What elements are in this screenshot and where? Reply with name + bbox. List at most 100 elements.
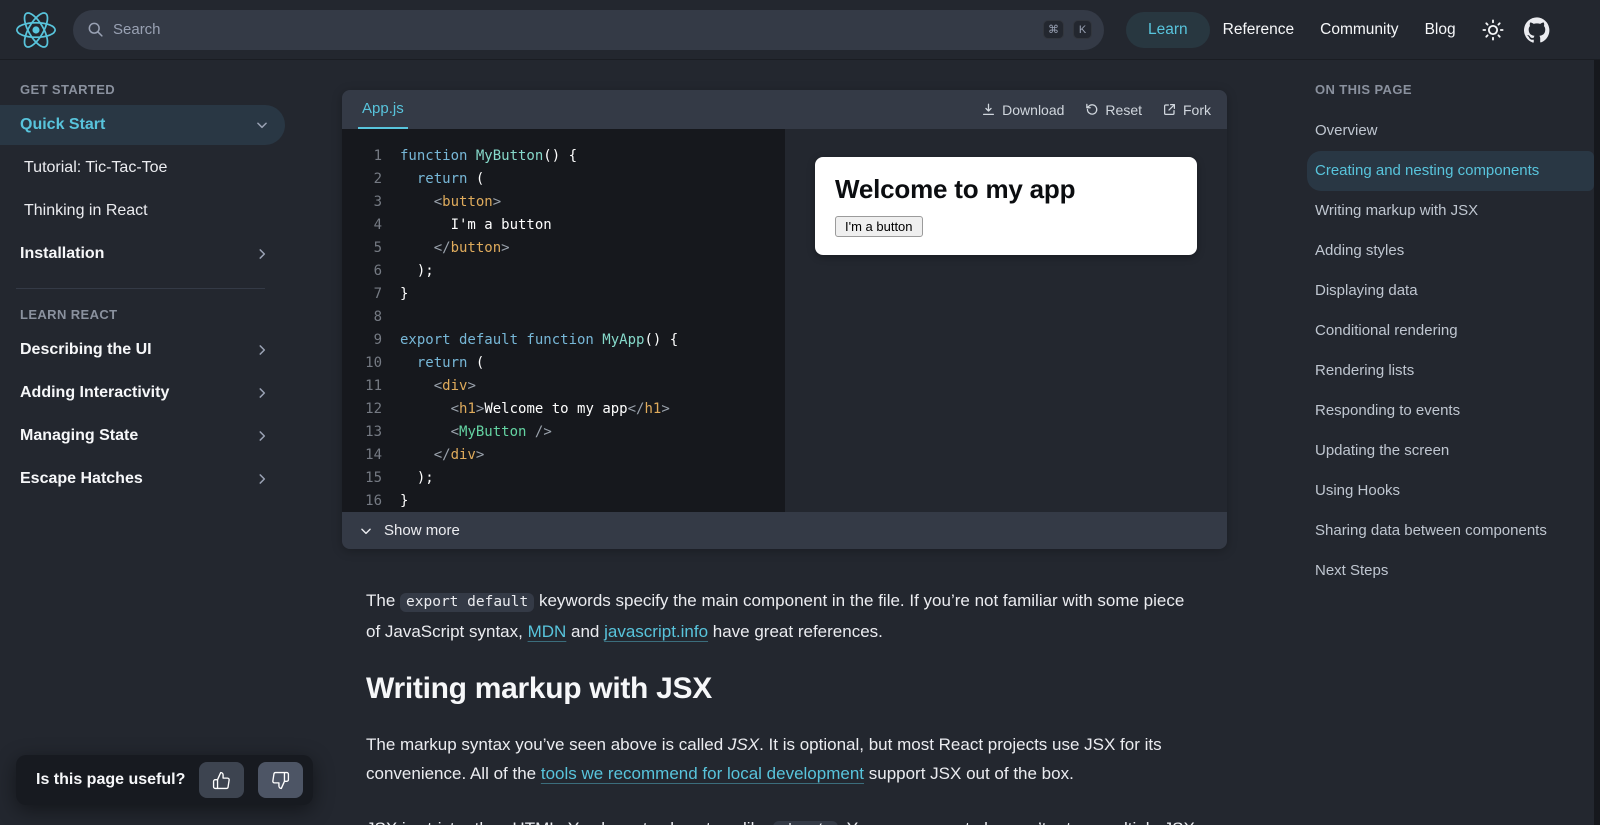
code-line: 13 <MyButton /> xyxy=(356,421,785,444)
search-bar[interactable]: ⌘ K xyxy=(73,10,1104,50)
theme-toggle-button[interactable] xyxy=(1482,19,1504,41)
sidebar-item-tutorial-tic-tac-toe[interactable]: Tutorial: Tic-Tac-Toe xyxy=(0,148,285,188)
reset-button[interactable]: Reset xyxy=(1084,102,1142,118)
toc-item-conditional-rendering[interactable]: Conditional rendering xyxy=(1307,311,1594,351)
feedback-question: Is this page useful? xyxy=(36,771,185,789)
code-text: <MyButton /> xyxy=(400,421,552,444)
text-segment: support JSX out of the box. xyxy=(864,764,1074,783)
sandbox-header: App.js Download Reset Fork xyxy=(342,90,1227,129)
code-text: function MyButton() { xyxy=(400,145,577,168)
line-number: 7 xyxy=(356,283,382,306)
toc-item-overview[interactable]: Overview xyxy=(1307,111,1594,151)
preview-heading: Welcome to my app xyxy=(835,174,1177,205)
toc-item-displaying-data[interactable]: Displaying data xyxy=(1307,271,1594,311)
code-text: } xyxy=(400,283,408,306)
code-text: I'm a button xyxy=(400,214,552,237)
on-this-page: ON THIS PAGE OverviewCreating and nestin… xyxy=(1286,60,1600,825)
sidebar-item-label: Thinking in React xyxy=(24,201,148,221)
sidebar-item-escape-hatches[interactable]: Escape Hatches xyxy=(0,459,285,499)
github-link[interactable] xyxy=(1524,17,1550,43)
code-line: 10 return ( xyxy=(356,352,785,375)
preview-button[interactable]: I'm a button xyxy=(835,216,923,237)
toc-item-writing-markup-with-jsx[interactable]: Writing markup with JSX xyxy=(1307,191,1594,231)
line-number: 4 xyxy=(356,214,382,237)
code-text: <h1>Welcome to my app</h1> xyxy=(400,398,670,421)
show-more-button[interactable]: Show more xyxy=(342,512,1227,549)
code-text: } xyxy=(400,490,408,512)
toc-item-next-steps[interactable]: Next Steps xyxy=(1307,551,1594,591)
code-line: 12 <h1>Welcome to my app</h1> xyxy=(356,398,785,421)
code-text: return ( xyxy=(400,168,484,191)
toc-item-rendering-lists[interactable]: Rendering lists xyxy=(1307,351,1594,391)
text-segment: have great references. xyxy=(708,622,883,641)
toc-item-responding-to-events[interactable]: Responding to events xyxy=(1307,391,1594,431)
line-number: 14 xyxy=(356,444,382,467)
content-link[interactable]: tools we recommend for local development xyxy=(541,764,864,783)
thumbs-up-button[interactable] xyxy=(199,762,244,798)
chevron-right-icon xyxy=(255,472,269,486)
sidebar-item-label: Quick Start xyxy=(20,115,105,135)
chevron-right-icon xyxy=(255,247,269,261)
reset-label: Reset xyxy=(1105,102,1142,118)
show-more-label: Show more xyxy=(384,522,460,539)
line-number: 15 xyxy=(356,467,382,490)
feedback-widget: Is this page useful? xyxy=(16,755,313,805)
search-input[interactable] xyxy=(113,21,1034,38)
line-number: 6 xyxy=(356,260,382,283)
sidebar-item-quick-start[interactable]: Quick Start xyxy=(0,105,285,145)
code-line: 8 xyxy=(356,306,785,329)
reset-icon xyxy=(1084,102,1099,117)
github-icon xyxy=(1524,17,1550,43)
nav-link-reference[interactable]: Reference xyxy=(1210,12,1308,48)
sidebar-item-adding-interactivity[interactable]: Adding Interactivity xyxy=(0,373,285,413)
top-nav: ⌘ K LearnReferenceCommunityBlog xyxy=(0,0,1600,60)
scrollbar[interactable] xyxy=(1594,60,1600,825)
thumbs-up-icon xyxy=(212,771,231,790)
code-line: 9export default function MyApp() { xyxy=(356,329,785,352)
react-logo[interactable] xyxy=(12,10,60,50)
download-button[interactable]: Download xyxy=(981,102,1064,118)
toc-item-adding-styles[interactable]: Adding styles xyxy=(1307,231,1594,271)
toc-item-using-hooks[interactable]: Using Hooks xyxy=(1307,471,1594,511)
k-key-badge: K xyxy=(1073,20,1092,39)
nav-link-learn[interactable]: Learn xyxy=(1126,12,1210,48)
text-segment: . Your component also can’t return multi… xyxy=(838,819,1195,825)
tab-app-js[interactable]: App.js xyxy=(358,90,408,129)
toc-item-creating-and-nesting-components[interactable]: Creating and nesting components xyxy=(1307,151,1594,191)
emphasis-text: JSX xyxy=(728,735,759,754)
code-text: </button> xyxy=(400,237,510,260)
chevron-right-icon xyxy=(255,386,269,400)
sidebar-item-thinking-in-react[interactable]: Thinking in React xyxy=(0,191,285,231)
sidebar-item-managing-state[interactable]: Managing State xyxy=(0,416,285,456)
nav-link-community[interactable]: Community xyxy=(1307,12,1411,48)
toc-item-updating-the-screen[interactable]: Updating the screen xyxy=(1307,431,1594,471)
code-line: 4 I'm a button xyxy=(356,214,785,237)
chevron-down-icon xyxy=(255,118,269,132)
code-editor[interactable]: 1function MyButton() {2 return (3 <butto… xyxy=(342,129,785,512)
line-number: 11 xyxy=(356,375,382,398)
line-number: 8 xyxy=(356,306,382,329)
sidebar-item-describing-the-ui[interactable]: Describing the UI xyxy=(0,330,285,370)
line-number: 10 xyxy=(356,352,382,375)
code-line: 1function MyButton() { xyxy=(356,145,785,168)
thumbs-down-button[interactable] xyxy=(258,762,303,798)
fork-button[interactable]: Fork xyxy=(1162,102,1211,118)
section-heading: Writing markup with JSX xyxy=(366,672,1203,706)
text-segment: and xyxy=(566,622,604,641)
line-number: 12 xyxy=(356,398,382,421)
line-number: 5 xyxy=(356,237,382,260)
toc-item-sharing-data-between-components[interactable]: Sharing data between components xyxy=(1307,511,1594,551)
code-sandbox: App.js Download Reset Fork 1function MyBut… xyxy=(342,90,1227,549)
chevron-right-icon xyxy=(255,429,269,443)
sidebar-divider xyxy=(16,288,265,289)
sidebar-item-label: Managing State xyxy=(20,426,138,446)
nav-link-blog[interactable]: Blog xyxy=(1412,12,1469,48)
content-link[interactable]: javascript.info xyxy=(604,622,708,641)
code-text: ); xyxy=(400,260,434,283)
react-logo-icon xyxy=(16,12,56,48)
code-text: <div> xyxy=(400,375,476,398)
line-number: 9 xyxy=(356,329,382,352)
content-link[interactable]: MDN xyxy=(528,622,567,641)
sidebar-item-label: Describing the UI xyxy=(20,340,152,360)
sidebar-item-installation[interactable]: Installation xyxy=(0,234,285,274)
